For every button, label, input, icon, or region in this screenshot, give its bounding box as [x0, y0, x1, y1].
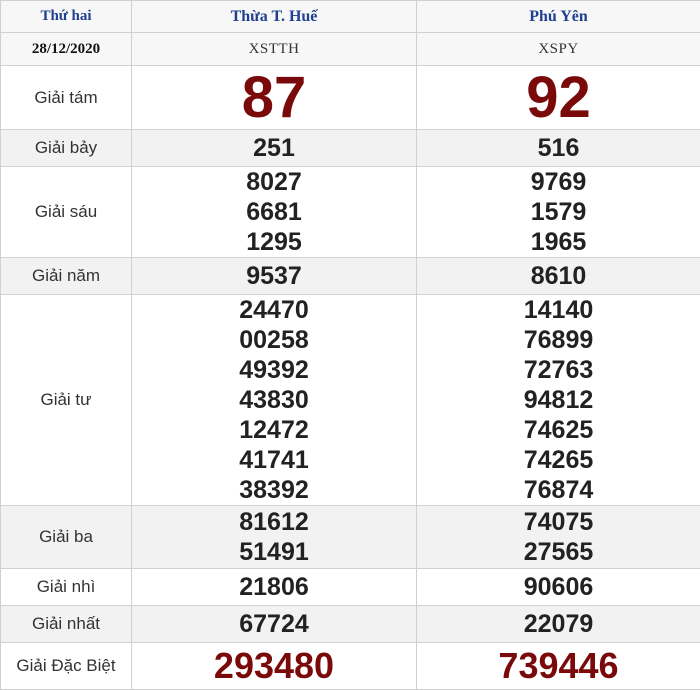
prize-values: 74075 27565 — [416, 505, 700, 569]
prize-label-g8: Giải tám — [0, 65, 132, 130]
prize-value: 38392 — [239, 476, 309, 504]
prize-value: 87 — [131, 65, 417, 130]
prize-value: 41741 — [239, 446, 309, 474]
prize-values: 81612 51491 — [131, 505, 417, 569]
prize-value: 21806 — [131, 568, 417, 606]
prize-value: 72763 — [523, 356, 594, 384]
province-code-2: XSPY — [416, 32, 700, 66]
prize-value: 8610 — [416, 257, 700, 295]
special-prize-value: 293480 — [131, 642, 417, 690]
prize-value: 00258 — [239, 326, 309, 354]
province-name-2[interactable]: Phú Yên — [416, 0, 700, 33]
prize-value: 22079 — [416, 605, 700, 643]
prize-value: 74075 — [523, 508, 594, 536]
prize-value: 81612 — [239, 508, 309, 536]
prize-value: 43830 — [239, 386, 309, 414]
prize-row-g7: Giải bảy 251 516 — [0, 129, 700, 167]
prize-row-g1: Giải nhất 67724 22079 — [0, 605, 700, 643]
prize-value: 90606 — [416, 568, 700, 606]
prize-values: 14140 76899 72763 94812 74625 74265 7687… — [416, 294, 700, 506]
prize-value: 24470 — [239, 296, 309, 324]
prize-value: 27565 — [523, 538, 594, 566]
prize-values: 8027 6681 1295 — [131, 166, 417, 258]
prize-values: 24470 00258 49392 43830 12472 41741 3839… — [131, 294, 417, 506]
prize-value: 9537 — [131, 257, 417, 295]
prize-value: 6681 — [246, 198, 302, 226]
prize-value: 74625 — [523, 416, 594, 444]
draw-date: 28/12/2020 — [0, 32, 132, 66]
prize-value: 94812 — [523, 386, 594, 414]
prize-value: 12472 — [239, 416, 309, 444]
prize-label-g1: Giải nhất — [0, 605, 132, 643]
prize-values: 9769 1579 1965 — [416, 166, 700, 258]
prize-row-g8: Giải tám 87 92 — [0, 65, 700, 130]
prize-label-g6: Giải sáu — [0, 166, 132, 258]
prize-row-g2: Giải nhì 21806 90606 — [0, 568, 700, 606]
province-name-1[interactable]: Thừa T. Huế — [131, 0, 417, 33]
prize-value: 76874 — [523, 476, 594, 504]
prize-row-g3: Giải ba 81612 51491 74075 27565 — [0, 505, 700, 569]
prize-label-g2: Giải nhì — [0, 568, 132, 606]
prize-label-special: Giải Đặc Biệt — [0, 642, 132, 690]
prize-label-g4: Giải tư — [0, 294, 132, 506]
prize-value: 9769 — [530, 168, 587, 196]
prize-value: 49392 — [239, 356, 309, 384]
prize-value: 251 — [131, 129, 417, 167]
prize-value: 67724 — [131, 605, 417, 643]
prize-value: 516 — [416, 129, 700, 167]
header-row: Thứ hai Thừa T. Huế Phú Yên — [0, 0, 700, 33]
prize-value: 76899 — [523, 326, 594, 354]
lottery-results-table: Thứ hai Thừa T. Huế Phú Yên 28/12/2020 X… — [0, 0, 700, 690]
prize-label-g5: Giải năm — [0, 257, 132, 295]
day-label: Thứ hai — [0, 0, 132, 33]
prize-label-g3: Giải ba — [0, 505, 132, 569]
prize-value: 1295 — [246, 228, 302, 256]
special-prize-value: 739446 — [416, 642, 700, 690]
prize-value: 1965 — [530, 228, 587, 256]
prize-value: 8027 — [246, 168, 302, 196]
subheader-row: 28/12/2020 XSTTH XSPY — [0, 32, 700, 66]
prize-value: 14140 — [523, 296, 594, 324]
prize-row-special: Giải Đặc Biệt 293480 739446 — [0, 642, 700, 690]
prize-row-g6: Giải sáu 8027 6681 1295 9769 1579 1965 — [0, 166, 700, 258]
prize-value: 51491 — [239, 538, 309, 566]
prize-row-g5: Giải năm 9537 8610 — [0, 257, 700, 295]
prize-row-g4: Giải tư 24470 00258 49392 43830 12472 41… — [0, 294, 700, 506]
prize-value: 74265 — [523, 446, 594, 474]
province-code-1: XSTTH — [131, 32, 417, 66]
prize-value: 1579 — [530, 198, 587, 226]
prize-label-g7: Giải bảy — [0, 129, 132, 167]
prize-value: 92 — [416, 65, 700, 130]
